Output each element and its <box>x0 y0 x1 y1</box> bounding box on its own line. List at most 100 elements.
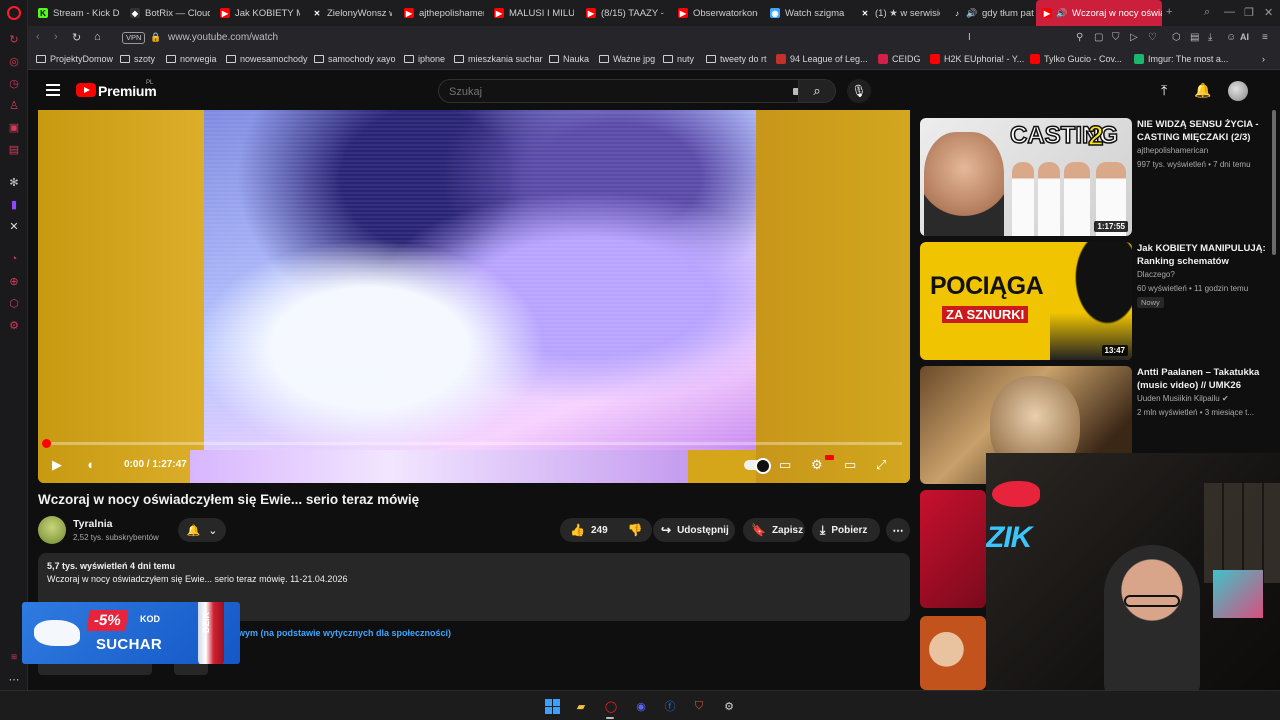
video-thumbnail[interactable]: CASTING 2 1:17:55 <box>920 118 1132 236</box>
opera-icon[interactable]: ◯ <box>602 697 620 715</box>
download-icon[interactable]: ⤓ <box>1208 32 1212 43</box>
messenger-icon[interactable]: ▣ <box>7 120 21 134</box>
recommendation-channel[interactable]: Dlaczego? <box>1137 270 1175 279</box>
tab[interactable]: ♪ 🔊 gdy tłum pat <box>946 0 1034 26</box>
theater-mode-button[interactable]: ▭ <box>844 457 856 473</box>
maximize-icon[interactable]: ❐ <box>1244 6 1254 19</box>
bookmark-folder[interactable]: tweety do rt <box>706 54 767 64</box>
bookmark-site[interactable]: H2K EUphoria! - Y... <box>930 54 1024 64</box>
pin-icon[interactable]: ⚲ <box>1076 32 1083 43</box>
upload-icon[interactable]: ⤒ <box>1161 82 1167 99</box>
workspace-icon[interactable]: ◷ <box>7 76 21 90</box>
lock-icon[interactable]: 🔒 <box>150 32 161 43</box>
avatar[interactable] <box>1228 81 1248 101</box>
play-button[interactable]: ▶ <box>52 457 62 473</box>
recommendation-item[interactable]: POCIĄGA ZA SZNURKI 13:47 Jak KOBIETY MAN… <box>920 234 1270 360</box>
steam-icon[interactable]: ⚙ <box>720 697 738 715</box>
tab[interactable]: ▶ ajthepolishamer <box>398 0 484 26</box>
recommendation-channel[interactable]: ajthepolishamerican <box>1137 146 1208 155</box>
history-icon[interactable]: ↻ <box>7 32 21 46</box>
extensions-icon[interactable]: ⬡ <box>1172 32 1181 43</box>
bookmark-folder[interactable]: Nauka <box>549 54 589 64</box>
wallet-icon[interactable]: ▤ <box>1190 32 1199 43</box>
bookmarks-overflow-icon[interactable]: › <box>1262 54 1265 64</box>
video-thumbnail[interactable] <box>920 616 986 690</box>
dislike-button[interactable]: 👎 <box>618 518 653 542</box>
bookmark-folder[interactable]: Ważne jpg <box>599 54 655 64</box>
youtube-logo-icon[interactable] <box>76 83 96 97</box>
volume-button[interactable]: ◖ <box>86 457 94 472</box>
windows-start-icon[interactable] <box>543 697 561 715</box>
channel-name[interactable]: Tyralnia <box>73 518 113 530</box>
back-icon[interactable]: ‹ <box>36 31 40 43</box>
sidebar-footer-icon[interactable]: ⊞ <box>7 650 21 664</box>
speed-dial-icon[interactable]: ◎ <box>7 54 21 68</box>
video-player[interactable]: ▶ ◖ 0:00 / 1:27:47 ▭ ⚙ ▭ ⤢ <box>38 110 910 483</box>
tab[interactable]: ▶ (8/15) TAAZY - S <box>580 0 666 26</box>
play-icon[interactable]: ▷ <box>1130 32 1138 43</box>
progress-bar[interactable] <box>46 442 902 445</box>
recommendation-item[interactable]: CASTING 2 1:17:55 NIE WIDZĄ SENSU ŻYCIA … <box>920 110 1270 236</box>
x-icon[interactable]: ✕ <box>7 219 21 233</box>
channel-avatar[interactable] <box>38 516 66 544</box>
recommendation-channel[interactable]: Uuden Musiikin Kilpailu ✔ <box>1137 394 1229 403</box>
search-input[interactable] <box>449 84 769 99</box>
clock-icon[interactable]: ◔ <box>7 252 21 266</box>
autoplay-toggle[interactable] <box>744 458 771 474</box>
profile-icon[interactable]: ☺ <box>1226 32 1236 43</box>
minimize-icon[interactable]: — <box>1224 6 1235 18</box>
progress-scrubber[interactable] <box>42 439 51 448</box>
bookmark-folder[interactable]: nuty <box>663 54 694 64</box>
notifications-icon[interactable]: 🔔 <box>1194 82 1211 99</box>
aria-ai-button[interactable]: AI <box>1240 32 1249 42</box>
bookmark-folder[interactable]: ProjektyDomow <box>36 54 113 64</box>
subtitles-button[interactable]: ▭ <box>779 457 791 473</box>
forward-icon[interactable]: › <box>54 31 58 43</box>
tab[interactable]: ◆ BotRix — Cloud <box>124 0 210 26</box>
scrollbar[interactable] <box>1272 110 1276 255</box>
bookmark-site[interactable]: Tylko Gucio - Cov... <box>1030 54 1122 64</box>
downloads-icon[interactable]: ⊕ <box>7 274 21 288</box>
tab-active[interactable]: ▶ 🔊 Wczoraj w nocy oświa <box>1036 0 1162 26</box>
media-icon[interactable]: ▤ <box>7 142 21 156</box>
chatgpt-icon[interactable]: ✻ <box>7 175 21 189</box>
like-button[interactable]: 👍 249 <box>560 518 618 542</box>
home-icon[interactable]: ⌂ <box>94 31 101 43</box>
bookmark-folder[interactable]: szoty <box>120 54 155 64</box>
extensions-icon[interactable]: ⬡ <box>7 296 21 310</box>
recommendation-title[interactable]: Antti Paalanen – Takatukka (music video)… <box>1137 366 1267 392</box>
tab[interactable]: ▶ Jak KOBIETY M <box>214 0 300 26</box>
more-icon[interactable]: ⋯ <box>7 672 21 686</box>
brave-icon[interactable]: ⛉ <box>690 697 708 715</box>
twitch-icon[interactable]: ▮ <box>7 197 21 211</box>
bookmark-folder[interactable]: nowesamochody <box>226 54 308 64</box>
bookmark-site[interactable]: Imgur: The most a... <box>1134 54 1228 64</box>
bookmark-folder[interactable]: samochody xayo <box>314 54 396 64</box>
close-window-icon[interactable]: ✕ <box>1264 6 1273 19</box>
menu-icon[interactable]: ≡ <box>1262 32 1268 43</box>
recommendation-title[interactable]: Jak KOBIETY MANIPULUJĄ: Ranking schemató… <box>1137 242 1267 268</box>
tab[interactable]: ▶MALUSI I MILUS <box>488 0 574 26</box>
new-tab-button[interactable]: + <box>1166 6 1172 18</box>
menu-icon[interactable] <box>46 84 60 96</box>
heart-icon[interactable]: ♡ <box>1148 32 1157 43</box>
pinboard-icon[interactable]: ♙ <box>7 98 21 112</box>
bookmark-site[interactable]: CEIDG <box>878 54 921 64</box>
save-button[interactable]: 🔖 Zapisz <box>743 518 805 542</box>
share-button[interactable]: ↪ Udostępnij <box>653 518 735 542</box>
voice-search-button[interactable]: 🎙 <box>847 79 871 103</box>
vpn-badge[interactable]: VPN <box>122 32 146 44</box>
file-explorer-icon[interactable]: ▰ <box>572 697 590 715</box>
discord-icon[interactable]: ◉ <box>632 697 650 715</box>
search-tabs-icon[interactable]: ⌕ <box>1204 6 1210 19</box>
reload-icon[interactable]: ↻ <box>72 31 81 44</box>
bookmark-folder[interactable]: mieszkania suchar <box>454 54 543 64</box>
bookmark-folder[interactable]: iphone <box>404 54 445 64</box>
download-button[interactable]: ⤓ Pobierz <box>812 518 880 542</box>
tab[interactable]: ✕ (1) ★ w serwisie <box>854 0 940 26</box>
settings-icon[interactable]: ⚙ <box>7 318 21 332</box>
video-thumbnail[interactable] <box>920 490 986 608</box>
bookmark-folder[interactable]: norwegia <box>166 54 217 64</box>
comments-note[interactable]: wym (na podstawie wytycznych dla społecz… <box>238 628 451 638</box>
video-thumbnail[interactable]: POCIĄGA ZA SZNURKI 13:47 <box>920 242 1132 360</box>
